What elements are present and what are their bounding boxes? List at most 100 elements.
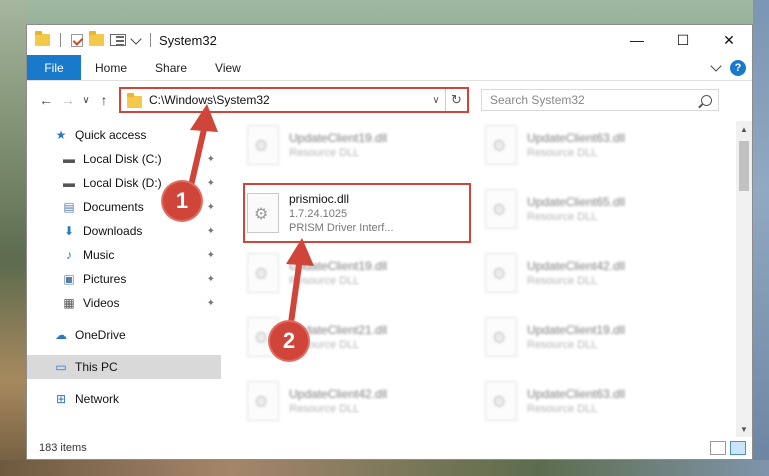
view-options-icon[interactable] <box>110 34 126 46</box>
file-version: 1.7.24.1025 <box>289 208 348 220</box>
file-item[interactable]: UpdateClient42.dll Resource DLL <box>247 377 467 425</box>
refresh-button[interactable]: ↻ <box>445 89 467 111</box>
minimize-button[interactable]: — <box>614 25 660 55</box>
file-meta: UpdateClient19.dll Resource DLL <box>527 323 625 351</box>
sidebar-item-quick-access[interactable]: ★ Quick access <box>27 123 221 147</box>
title-bar: System32 — ☐ ✕ <box>27 25 752 55</box>
network-icon: ⊞ <box>55 392 67 406</box>
folder-icon <box>35 31 50 46</box>
file-meta: UpdateClient63.dll Resource DLL <box>527 387 625 415</box>
sidebar-item-label: OneDrive <box>75 328 126 342</box>
maximize-button[interactable]: ☐ <box>660 25 706 55</box>
file-name: UpdateClient63.dll <box>527 387 626 401</box>
file-item[interactable]: UpdateClient63.dll Resource DLL <box>485 377 705 425</box>
dll-file-icon <box>485 317 517 357</box>
file-name: UpdateClient42.dll <box>527 259 626 273</box>
nav-gap <box>27 315 221 323</box>
sidebar-item-pictures[interactable]: ▣ Pictures ✦ <box>27 267 221 291</box>
search-input[interactable]: Search System32 <box>481 89 719 111</box>
pin-icon[interactable]: ✦ <box>207 226 215 237</box>
sidebar-item-this-pc[interactable]: ▭ This PC <box>27 355 221 379</box>
computer-icon: ▭ <box>55 360 67 374</box>
vertical-scrollbar[interactable]: ▲ ▼ <box>736 121 752 437</box>
address-bar[interactable]: C:\Windows\System32 ∨ ↻ <box>119 87 469 113</box>
status-bar: 183 items <box>27 437 752 459</box>
help-icon[interactable]: ? <box>730 59 746 76</box>
back-button[interactable]: ← <box>35 89 57 111</box>
file-item[interactable]: UpdateClient63.dll Resource DLL <box>485 121 705 169</box>
file-explorer-window: System32 — ☐ ✕ File Home Share View ? ← … <box>26 24 753 460</box>
address-path[interactable]: C:\Windows\System32 <box>149 93 270 107</box>
window-controls: — ☐ ✕ <box>614 25 752 55</box>
pin-icon[interactable]: ✦ <box>207 154 215 165</box>
download-icon: ⬇ <box>63 224 75 238</box>
sidebar-item-label: Videos <box>83 296 120 310</box>
sidebar-item-label: Network <box>75 392 120 406</box>
sidebar-item-videos[interactable]: ▦ Videos ✦ <box>27 291 221 315</box>
tiles-view-icon[interactable] <box>730 441 746 455</box>
sidebar-item-network[interactable]: ⊞ Network <box>27 387 221 411</box>
pin-icon[interactable]: ✦ <box>207 202 215 213</box>
file-item[interactable]: UpdateClient19.dll Resource DLL <box>485 313 705 361</box>
file-description: Resource DLL <box>527 211 598 223</box>
document-icon: ▤ <box>63 200 75 214</box>
quick-access-toolbar <box>27 31 155 47</box>
details-view-icon[interactable] <box>710 441 726 455</box>
sidebar-item-onedrive[interactable]: ☁ OneDrive <box>27 323 221 347</box>
file-description: Resource DLL <box>527 275 598 287</box>
customize-toolbar-chevron-icon[interactable] <box>130 32 142 45</box>
scroll-thumb[interactable] <box>739 141 749 191</box>
music-icon: ♪ <box>66 248 72 262</box>
file-item[interactable]: UpdateClient19.dll Resource DLL <box>247 121 467 169</box>
expand-ribbon-chevron-icon[interactable] <box>710 60 722 72</box>
address-dropdown-button[interactable]: ∨ <box>427 95 445 106</box>
close-button[interactable]: ✕ <box>706 25 752 55</box>
ribbon-right-controls: ? <box>710 55 752 80</box>
dll-file-icon <box>247 193 279 233</box>
pin-icon[interactable]: ✦ <box>207 274 215 285</box>
sidebar-item-downloads[interactable]: ⬇ Downloads ✦ <box>27 219 221 243</box>
cloud-icon: ☁ <box>55 328 67 342</box>
item-count: 183 items <box>39 442 87 454</box>
recent-locations-button[interactable]: ∨ <box>79 89 93 111</box>
file-description: Resource DLL <box>289 275 360 287</box>
file-meta: prismioc.dll 1.7.24.1025 PRISM Driver Inte… <box>289 192 394 234</box>
tab-file[interactable]: File <box>27 55 81 80</box>
up-button[interactable]: ↑ <box>93 89 115 111</box>
file-description: Resource DLL <box>289 147 360 159</box>
file-item[interactable]: UpdateClient65.dll Resource DLL <box>485 185 705 233</box>
star-icon: ★ <box>55 128 67 142</box>
file-item-prismioc[interactable]: prismioc.dll 1.7.24.1025 PRISM Driver Inte… <box>243 183 471 243</box>
new-folder-icon[interactable] <box>89 31 104 46</box>
pin-icon[interactable]: ✦ <box>207 298 215 309</box>
tab-share[interactable]: Share <box>141 55 201 80</box>
dll-file-icon <box>485 381 517 421</box>
scroll-down-arrow-icon[interactable]: ▼ <box>736 421 752 437</box>
tab-view[interactable]: View <box>201 55 255 80</box>
sidebar-item-label: Quick access <box>75 128 147 142</box>
nav-gap <box>27 347 221 355</box>
view-toggle <box>710 441 746 455</box>
file-item[interactable]: UpdateClient19.dll Resource DLL <box>247 249 467 297</box>
forward-button[interactable]: → <box>57 89 79 111</box>
file-name: UpdateClient19.dll <box>289 259 388 273</box>
properties-check-icon[interactable] <box>71 33 83 47</box>
file-name: UpdateClient19.dll <box>289 131 388 145</box>
pin-icon[interactable]: ✦ <box>207 178 215 189</box>
pin-icon[interactable]: ✦ <box>207 250 215 261</box>
tab-home[interactable]: Home <box>81 55 141 80</box>
scroll-up-arrow-icon[interactable]: ▲ <box>736 121 752 137</box>
toolbar-divider <box>60 33 61 47</box>
ribbon-tabs: File Home Share View ? <box>27 55 752 81</box>
videos-icon: ▦ <box>63 296 75 310</box>
file-meta: UpdateClient19.dll Resource DLL <box>289 131 387 159</box>
dll-file-icon <box>485 125 517 165</box>
sidebar-item-music[interactable]: ♪ Music ✦ <box>27 243 221 267</box>
nav-gap <box>27 379 221 387</box>
file-item[interactable]: UpdateClient42.dll Resource DLL <box>485 249 705 297</box>
toolbar-divider <box>150 33 151 47</box>
sidebar-item-label: This PC <box>75 360 118 374</box>
pictures-icon: ▣ <box>63 272 75 286</box>
sidebar-item-local-disk-c[interactable]: ▬ Local Disk (C:) ✦ <box>27 147 221 171</box>
search-icon[interactable] <box>701 94 712 106</box>
